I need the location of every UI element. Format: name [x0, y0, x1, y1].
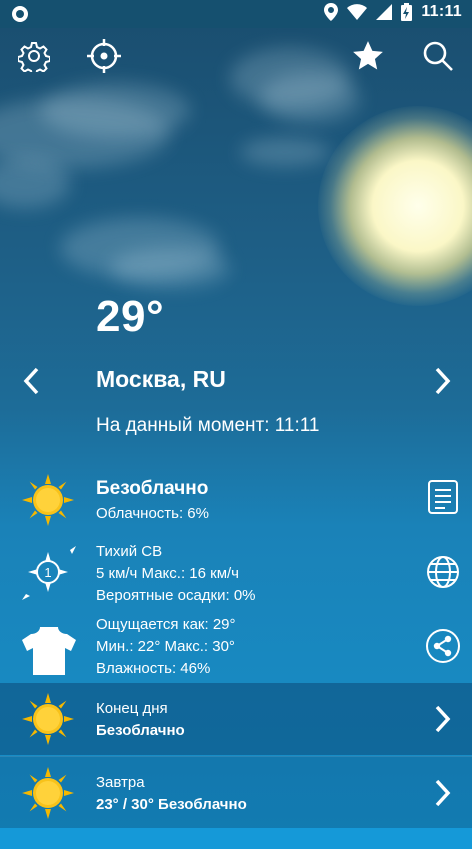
map-button[interactable] — [424, 553, 462, 591]
search-icon — [423, 41, 453, 71]
humidity: Влажность: 46% — [96, 660, 211, 677]
prev-location-button[interactable] — [16, 363, 46, 399]
forecast-row-tomorrow[interactable]: Завтра 23° / 30° Безоблачно — [0, 756, 472, 829]
document-icon — [428, 480, 458, 514]
forecast-label: Конец дня — [96, 700, 168, 717]
signal-icon — [376, 4, 393, 20]
status-bar: 11:11 — [0, 0, 472, 28]
sun-icon — [22, 767, 74, 819]
favorite-button[interactable] — [350, 38, 386, 74]
gear-icon — [18, 42, 50, 72]
condition-title: Безоблачно — [96, 478, 209, 499]
crosshair-icon — [87, 39, 121, 73]
wind-direction: Тихий СВ — [96, 543, 163, 560]
bottom-strip — [0, 828, 472, 849]
sun-icon — [22, 693, 74, 745]
share-icon — [426, 629, 460, 663]
details-button[interactable] — [424, 478, 462, 516]
chevron-right-icon — [435, 705, 451, 733]
wind-speed: 5 км/ч Макс.: 16 км/ч — [96, 565, 239, 582]
notification-icon — [12, 6, 28, 22]
search-button[interactable] — [420, 38, 456, 74]
globe-icon — [427, 556, 459, 588]
status-time: 11:11 — [421, 3, 462, 20]
battery-charging-icon — [401, 3, 413, 21]
compass-icon: 1 — [22, 546, 76, 600]
current-temperature: 29° — [96, 292, 165, 341]
wind-badge: 1 — [44, 565, 51, 580]
forecast-summary: 23° / 30° Безоблачно — [96, 796, 247, 813]
chevron-right-icon — [435, 779, 451, 807]
location-pin-icon — [324, 3, 339, 21]
forecast-summary: Безоблачно — [96, 722, 185, 739]
tshirt-icon — [22, 627, 76, 675]
min-max-temperature: Мин.: 22° Макс.: 30° — [96, 638, 235, 655]
forecast-open-button[interactable] — [428, 701, 458, 737]
precipitation: Вероятные осадки: 0% — [96, 587, 256, 604]
share-button[interactable] — [424, 627, 462, 665]
locate-button[interactable] — [86, 38, 122, 74]
sun-graphic — [318, 106, 472, 306]
chevron-right-icon — [435, 367, 451, 395]
forecast-open-button[interactable] — [428, 775, 458, 811]
chevron-left-icon — [23, 367, 39, 395]
feels-like: Ощущается как: 29° — [96, 616, 236, 633]
next-location-button[interactable] — [428, 363, 458, 399]
forecast-row-end-of-day[interactable]: Конец дня Безоблачно — [0, 683, 472, 755]
sun-icon — [22, 474, 74, 526]
wifi-icon — [347, 4, 368, 20]
cloudiness: Облачность: 6% — [96, 505, 209, 522]
status-icons: 11:11 — [324, 3, 462, 21]
update-time: На данный момент: 11:11 — [96, 415, 320, 436]
city-name: Москва, RU — [96, 366, 226, 392]
star-icon — [353, 41, 383, 70]
settings-button[interactable] — [16, 38, 52, 74]
forecast-label: Завтра — [96, 774, 145, 791]
